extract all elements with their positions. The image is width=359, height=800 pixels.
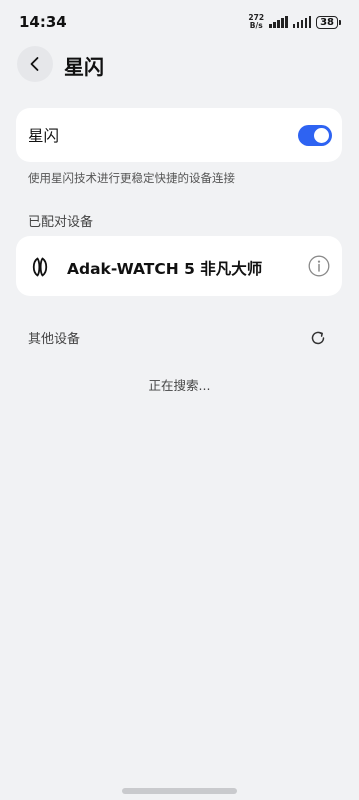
searching-status: 正在搜索... bbox=[148, 378, 211, 393]
status-bar: 14:34 272 B/s 38 bbox=[0, 0, 359, 44]
network-speed-unit: B/s bbox=[249, 21, 263, 30]
device-name: Adak-WATCH 5 非凡大师 bbox=[67, 260, 263, 278]
network-speed: 272 B/s bbox=[248, 14, 264, 30]
info-icon[interactable] bbox=[308, 255, 330, 277]
starflash-device-icon bbox=[32, 257, 48, 277]
signal-icon-2 bbox=[292, 16, 312, 28]
battery-level: 38 bbox=[316, 15, 338, 29]
starflash-label: 星闪 bbox=[28, 127, 60, 145]
paired-devices-title: 已配对设备 bbox=[28, 215, 94, 230]
other-devices-title: 其他设备 bbox=[28, 332, 81, 347]
home-indicator[interactable] bbox=[122, 788, 237, 794]
status-time: 14:34 bbox=[19, 13, 67, 31]
chevron-left-icon bbox=[30, 57, 39, 71]
back-button[interactable] bbox=[17, 46, 53, 82]
status-icons: 272 B/s 38 bbox=[248, 14, 341, 30]
paired-device-item[interactable]: Adak-WATCH 5 非凡大师 bbox=[16, 236, 342, 296]
page-title: 星闪 bbox=[64, 55, 104, 79]
starflash-description: 使用星闪技术进行更稳定快捷的设备连接 bbox=[28, 171, 235, 185]
refresh-icon[interactable] bbox=[309, 329, 327, 347]
toggle-knob bbox=[314, 128, 329, 143]
starflash-toggle[interactable] bbox=[298, 125, 332, 146]
signal-icon bbox=[269, 16, 288, 28]
starflash-toggle-card[interactable]: 星闪 bbox=[16, 108, 342, 162]
battery-icon: 38 bbox=[316, 15, 341, 29]
